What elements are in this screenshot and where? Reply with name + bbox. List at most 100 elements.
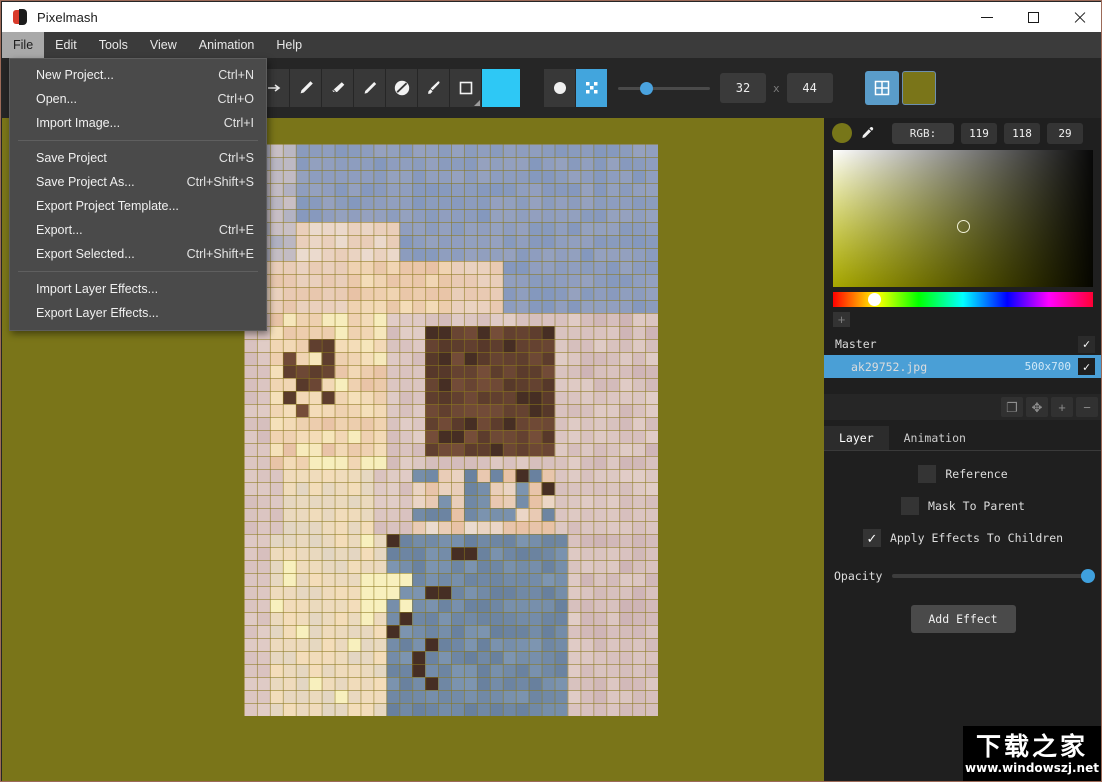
menu-item-export[interactable]: Export... Ctrl+E [10,218,266,242]
layer-visibility-checkbox[interactable]: ✓ [1078,335,1095,353]
color-picker-header: RGB: 119 118 29 [824,118,1101,148]
canvas-image[interactable] [244,144,658,716]
menu-item-label: Export Selected... [36,247,135,261]
saturation-value-cursor[interactable] [957,220,970,234]
close-button[interactable] [1056,2,1101,32]
menu-item-open[interactable]: Open... Ctrl+O [10,87,266,111]
reference-row[interactable]: Reference [824,465,1101,483]
foreground-color-swatch[interactable] [482,69,520,107]
brush-size-slider[interactable] [618,69,710,107]
menu-item-label: Save Project [36,151,107,165]
menu-item-save-project[interactable]: Save Project Ctrl+S [10,146,266,170]
dither-pattern-button[interactable] [576,69,608,107]
eraser-tool-button[interactable] [322,69,354,107]
title-bar: Pixelmash [2,2,1101,32]
maximize-button[interactable] [1010,2,1056,32]
menu-item-label: Open... [36,92,77,106]
duplicate-layer-button[interactable]: ❐ [1001,397,1023,417]
paint-bucket-tool-button[interactable] [386,69,418,107]
menu-item-shortcut: Ctrl+S [218,151,254,165]
menu-file[interactable]: File [2,32,45,58]
menu-item-export-selected[interactable]: Export Selected... Ctrl+Shift+E [10,242,266,266]
menu-view[interactable]: View [139,32,188,58]
watermark: 下载之家 www.windowszj.net [963,726,1101,781]
menu-help[interactable]: Help [265,32,313,58]
color-value-b[interactable]: 29 [1047,122,1083,144]
grid-toggle-button[interactable] [864,71,899,105]
menu-item-label: Export Project Template... [36,199,179,213]
opacity-slider-track[interactable] [892,569,1095,583]
menu-edit[interactable]: Edit [44,32,88,58]
menu-item-label: New Project... [36,68,114,82]
window-title: Pixelmash [37,9,98,25]
menu-item-import-image[interactable]: Import Image... Ctrl+I [10,111,266,135]
file-dropdown-menu: New Project... Ctrl+N Open... Ctrl+O Imp… [9,58,267,331]
menu-item-label: Import Layer Effects... [36,282,159,296]
menu-item-shortcut: Ctrl+N [218,68,254,82]
menu-item-import-layer-effects[interactable]: Import Layer Effects... [10,277,266,301]
opacity-label: Opacity [834,569,883,583]
eyedropper-icon[interactable] [856,122,878,144]
color-value-g[interactable]: 118 [1004,122,1040,144]
opacity-slider-knob[interactable] [1081,569,1095,583]
current-color-swatch[interactable] [832,123,852,143]
menu-item-shortcut: Ctrl+Shift+S [186,175,254,189]
pencil-tool-button[interactable] [290,69,322,107]
menu-item-save-project-as[interactable]: Save Project As... Ctrl+Shift+S [10,170,266,194]
menu-item-label: Export Layer Effects... [36,306,159,320]
menu-item-shortcut: Ctrl+Shift+E [186,247,254,261]
tab-animation[interactable]: Animation [889,426,981,450]
drawing-tools-group [258,69,520,107]
watermark-url: www.windowszj.net [965,760,1099,775]
color-value-r[interactable]: 119 [961,122,997,144]
add-effect-button[interactable]: Add Effect [910,605,1016,633]
add-swatch-button[interactable]: + [833,312,850,327]
circle-brush-shape-button[interactable] [544,69,576,107]
menu-item-shortcut: Ctrl+I [223,116,254,130]
shape-tools-group [544,69,608,107]
apply-effects-to-children-checkbox[interactable]: ✓ [862,529,881,547]
mask-to-parent-checkbox[interactable] [901,497,920,515]
canvas-background-color-button[interactable] [901,71,936,105]
menu-tools[interactable]: Tools [88,32,139,58]
menu-item-label: Export... [36,223,83,237]
layer-visibility-checkbox[interactable]: ✓ [1078,358,1095,375]
canvas-height-input[interactable]: 44 [786,73,833,103]
mask-to-parent-row[interactable]: Mask To Parent [824,497,1101,515]
apply-effects-to-children-row[interactable]: ✓ Apply Effects To Children [824,529,1101,547]
layer-row-image[interactable]: ak29752.jpg 500x700 ✓ [824,355,1101,378]
saturation-value-box[interactable] [833,150,1093,287]
canvas-width-input[interactable]: 32 [720,73,766,103]
line-tool-button[interactable] [354,69,386,107]
remove-layer-button[interactable]: − [1076,397,1098,417]
move-layer-button[interactable]: ✥ [1026,397,1048,417]
add-layer-button[interactable]: + [1051,397,1073,417]
color-mode-button[interactable]: RGB: [892,122,954,144]
tab-layer[interactable]: Layer [824,426,889,450]
dimension-separator: x [773,81,780,95]
menu-animation[interactable]: Animation [188,32,266,58]
rectangle-tool-button[interactable] [450,69,482,107]
brush-tool-button[interactable] [418,69,450,107]
menu-item-export-project-template[interactable]: Export Project Template... [10,194,266,218]
opacity-control[interactable]: Opacity [834,569,1095,583]
hue-strip[interactable] [833,292,1093,307]
layer-row-master[interactable]: Master ✓ [824,333,1101,355]
menu-item-label: Save Project As... [36,175,135,189]
hue-knob[interactable] [868,293,882,306]
menu-item-new-project[interactable]: New Project... Ctrl+N [10,63,266,87]
menu-item-shortcut: Ctrl+E [218,223,254,237]
apply-effects-to-children-label: Apply Effects To Children [889,531,1064,545]
menu-item-shortcut: Ctrl+O [217,92,254,106]
reference-checkbox[interactable] [918,465,937,483]
window-controls [964,2,1101,32]
close-icon [1073,11,1086,24]
brush-size-slider-knob[interactable] [640,82,653,95]
layer-name: Master [835,337,877,351]
menu-item-export-layer-effects[interactable]: Export Layer Effects... [10,301,266,325]
menu-bar: File Edit Tools View Animation Help [2,32,1101,58]
minimize-button[interactable] [964,2,1010,32]
right-panel: RGB: 119 118 29 + Master ✓ ak29752.jpg 5… [824,118,1101,781]
mask-to-parent-label: Mask To Parent [928,499,1025,513]
pixelmash-logo-icon [12,9,28,25]
